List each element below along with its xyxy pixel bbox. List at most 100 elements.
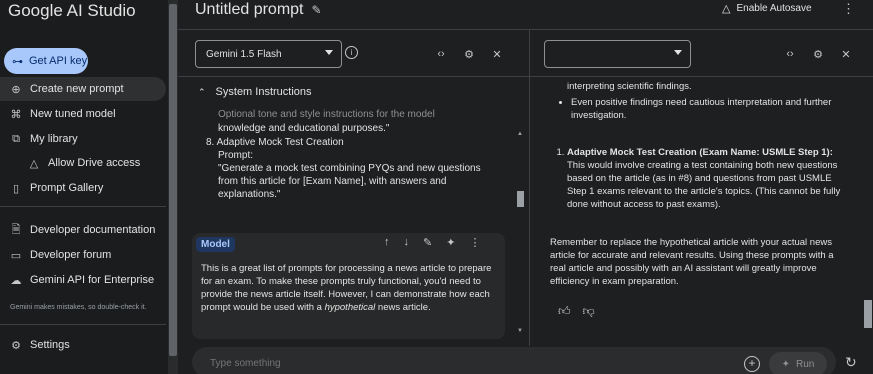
book-icon: ▯	[12, 182, 20, 195]
disclaimer-text: Gemini makes mistakes, so double-check i…	[10, 304, 147, 311]
code-icon[interactable]: ‹›	[433, 46, 449, 62]
add-media-icon[interactable]: +	[744, 356, 760, 372]
nav-label: Prompt Gallery	[30, 182, 104, 194]
edit-pencil-icon[interactable]: ✎	[423, 236, 432, 249]
panel-header-divider	[178, 76, 529, 77]
user-text-line: 8. Adaptive Mock Test Creation	[206, 137, 344, 148]
enable-autosave-button[interactable]: △ Enable Autosave	[722, 2, 812, 15]
code-icon[interactable]: ‹›	[782, 46, 798, 62]
key-icon: ⊶	[12, 55, 23, 68]
model-text-italic: hypothetical	[324, 302, 376, 313]
nav-label: Developer documentation	[30, 224, 156, 236]
nav-gemini-api-enterprise[interactable]: ☁ Gemini API for Enterprise	[0, 268, 166, 292]
drive-icon: △	[722, 3, 731, 15]
prompt-title: Untitled prompt ✎	[195, 1, 322, 19]
nav-label: New tuned model	[30, 108, 116, 120]
tune-icon: ⌘	[10, 108, 22, 121]
model-text-part: news article.	[375, 302, 431, 313]
prompt-title-text: Untitled prompt	[195, 1, 304, 18]
document-icon: 🗎	[11, 223, 21, 236]
content-scrollbar[interactable]	[516, 131, 524, 337]
system-instructions-header[interactable]: ⌃ System Instructions	[198, 86, 312, 98]
system-instructions-title: System Instructions	[215, 86, 312, 98]
nav-label: Allow Drive access	[48, 157, 141, 169]
close-icon[interactable]: ✕	[489, 46, 505, 62]
ai-studio-app: Google AI Studio ⊶ Get API key ⊕ Create …	[0, 0, 873, 374]
header-divider	[178, 29, 873, 30]
model-select-right[interactable]	[544, 40, 691, 68]
nav-label: My library	[30, 133, 78, 145]
cloud-icon: ☁	[10, 274, 22, 287]
nav-new-tuned-model[interactable]: ⌘ New tuned model	[0, 102, 166, 126]
get-api-key-button[interactable]: ⊶ Get API key	[4, 48, 88, 74]
nav-label: Create new prompt	[30, 83, 124, 95]
right-panel-scrollbar-thumb[interactable]	[864, 300, 872, 328]
panel-divider	[529, 30, 530, 346]
panel-header-divider	[530, 76, 873, 77]
model-response-toolbar: ↑ ↓ ✎ ✦ ⋮	[384, 236, 480, 249]
nav-create-new-prompt[interactable]: ⊕ Create new prompt	[0, 77, 166, 101]
settings-tune-icon[interactable]: ⚙	[461, 46, 477, 62]
response-numbered-list: Adaptive Mock Test Creation (Exam Name: …	[551, 146, 845, 211]
arrow-down-icon[interactable]: ↓	[404, 236, 410, 249]
scroll-down-arrow-icon[interactable]: ▼	[517, 328, 523, 334]
model-select-value: Gemini 1.5 Flash	[206, 48, 282, 60]
nav-allow-drive-access[interactable]: △ Allow Drive access	[0, 151, 166, 175]
gear-icon: ⚙	[11, 339, 21, 352]
sidebar-scrollbar[interactable]	[168, 0, 178, 374]
prompt-input[interactable]	[210, 358, 630, 369]
user-text-line: "Generate a mock test combining PYQs and…	[218, 163, 481, 174]
nav-prompt-gallery[interactable]: ▯ Prompt Gallery	[0, 176, 166, 200]
nav-label: Gemini API for Enterprise	[30, 274, 155, 286]
edit-pencil-icon[interactable]: ✎	[312, 3, 322, 17]
nav-developer-documentation[interactable]: 🗎 Developer documentation	[0, 218, 166, 242]
scrollbar-thumb[interactable]	[169, 4, 177, 356]
feedback-buttons: 👍︎ 👎︎	[558, 304, 595, 319]
chevron-down-icon	[674, 50, 682, 55]
user-text-line: Prompt:	[218, 150, 254, 161]
user-text-line: explanations."	[218, 189, 281, 200]
response-bullet-continuation: interpreting scientific findings.	[567, 81, 692, 92]
close-icon[interactable]: ✕	[838, 46, 854, 62]
model-badge: Model	[196, 237, 235, 252]
sidebar-divider	[0, 324, 166, 325]
arrow-up-icon[interactable]: ↑	[384, 236, 390, 249]
numbered-item-body: This would involve creating a test conta…	[567, 160, 841, 210]
response-closing-paragraph: Remember to replace the hypothetical art…	[550, 237, 834, 287]
model-response-text: This is a great list of prompts for proc…	[201, 262, 497, 314]
get-api-key-label: Get API key	[29, 55, 88, 67]
nav-my-library[interactable]: ⧉ My library	[0, 127, 166, 151]
sidebar: Google AI Studio ⊶ Get API key ⊕ Create …	[0, 0, 168, 374]
sparkle-icon[interactable]: ✦	[446, 236, 455, 249]
nav-developer-forum[interactable]: ▭ Developer forum	[0, 243, 166, 267]
forum-icon: ▭	[10, 249, 22, 262]
thumbs-down-icon[interactable]: 👎︎	[583, 304, 595, 319]
info-icon[interactable]: i	[345, 46, 358, 59]
thumbs-up-icon[interactable]: 👍︎	[558, 304, 571, 319]
run-label: Run	[796, 358, 815, 370]
refresh-icon[interactable]: ↻	[845, 354, 857, 371]
sidebar-divider	[0, 206, 166, 207]
nav-label: Developer forum	[30, 249, 112, 261]
drive-icon: △	[29, 157, 39, 170]
sparkle-icon: ✦	[781, 358, 791, 370]
user-message: knowledge and educational purposes." 8. …	[206, 123, 511, 201]
system-instructions-input[interactable]: Optional tone and style instructions for…	[218, 109, 435, 120]
response-bullet-list: Even positive findings need cautious int…	[555, 96, 845, 122]
model-select-left[interactable]: Gemini 1.5 Flash	[195, 40, 342, 68]
brand-logo-text[interactable]: Google AI Studio	[8, 1, 136, 21]
autosave-label: Enable Autosave	[736, 3, 812, 14]
run-button[interactable]: ✦ Run	[769, 352, 827, 374]
chevron-up-icon: ⌃	[198, 86, 206, 97]
more-options-icon[interactable]: ⋮	[842, 1, 855, 17]
chevron-down-icon	[325, 50, 333, 55]
scrollbar-thumb[interactable]	[517, 191, 524, 207]
numbered-item-title: Adaptive Mock Test Creation (Exam Name: …	[567, 147, 833, 158]
numbered-item: Adaptive Mock Test Creation (Exam Name: …	[567, 146, 845, 211]
more-options-icon[interactable]: ⋮	[469, 236, 480, 249]
library-icon: ⧉	[12, 132, 20, 145]
bullet-item: Even positive findings need cautious int…	[571, 96, 845, 122]
settings-tune-icon[interactable]: ⚙	[810, 46, 826, 62]
nav-settings[interactable]: ⚙ Settings	[0, 333, 166, 357]
user-text-line: knowledge and educational purposes."	[218, 123, 390, 133]
